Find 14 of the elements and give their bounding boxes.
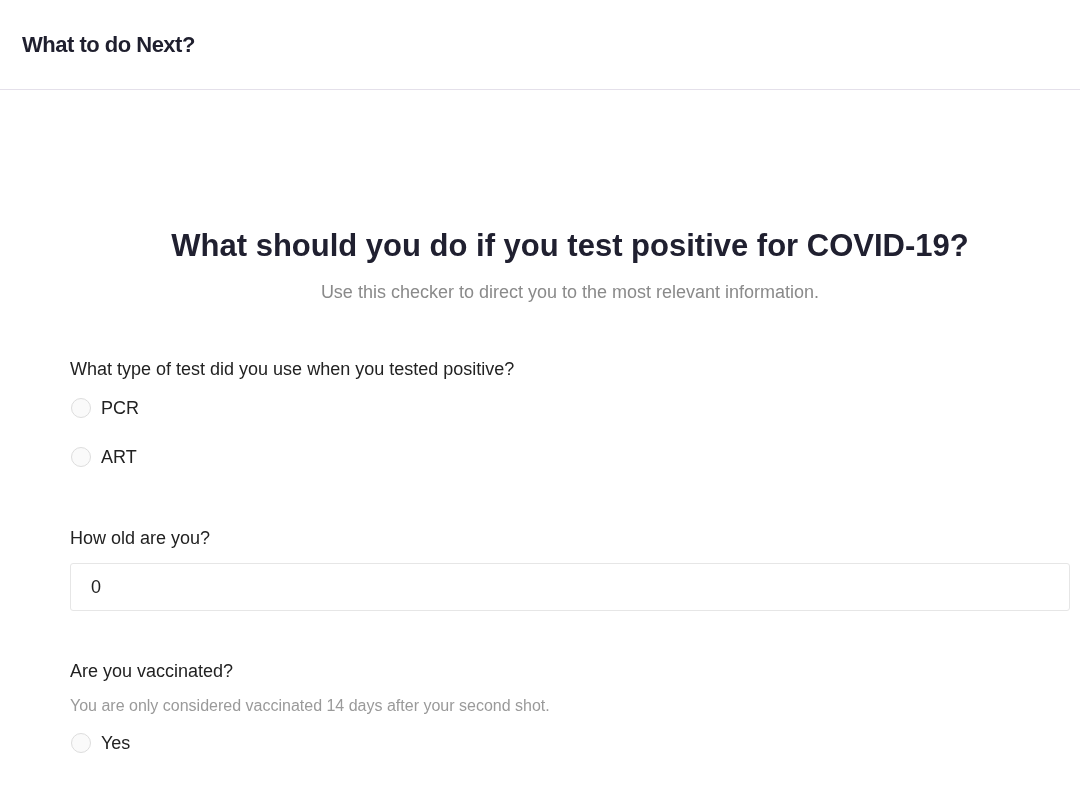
option-label[interactable]: ART: [101, 446, 137, 468]
question-label: Are you vaccinated?: [70, 661, 235, 682]
option-label[interactable]: PCR: [101, 397, 139, 419]
radio-button[interactable]: [71, 398, 91, 418]
heading: What should you do if you test positive for COVID-19?: [170, 228, 970, 264]
age-input[interactable]: 0: [70, 563, 1070, 611]
question-hint: You are only considered vaccinated 14 days after your second shot.: [70, 697, 551, 715]
question-label: How old are you?: [70, 528, 212, 549]
subtitle: Use this checker to direct you to the most relevant information.: [319, 282, 821, 303]
page-title: What to do Next?: [22, 31, 195, 58]
question-label: What type of test did you use when you tested positive?: [70, 359, 516, 380]
radio-button[interactable]: [71, 447, 91, 467]
option-label[interactable]: Yes: [101, 732, 131, 754]
radio-button[interactable]: [71, 733, 91, 753]
